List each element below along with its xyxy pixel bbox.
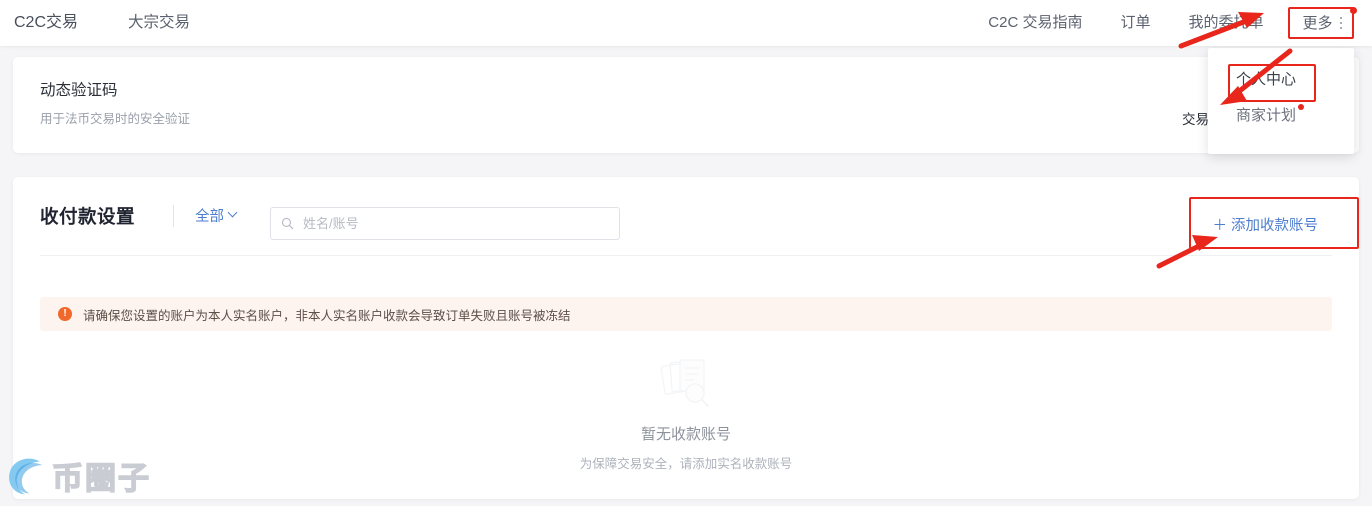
add-account-label: 添加收款账号 [1231, 217, 1318, 234]
nav-item-c2c-trade[interactable]: C2C交易 [0, 0, 94, 46]
empty-documents-search-icon [660, 359, 710, 408]
more-button-label: 更多 [1302, 15, 1333, 32]
nav-item-c2c-guide[interactable]: C2C 交易指南 [969, 0, 1101, 46]
empty-state-title: 暂无收款账号 [640, 426, 731, 443]
primary-nav-right: C2C 交易指南 订单 我的委托单 更多 [969, 0, 1362, 46]
more-badge-dot [1350, 7, 1357, 14]
warning-banner: ! 请确保您设置的账户为本人实名账户，非本人实名账户收款会导致订单失败且账号被冻… [40, 297, 1332, 331]
payment-section-header: 收付款设置 全部 ＋ 添加收款账号 [13, 177, 1359, 255]
card-subtitle: 用于法币交易时的安全验证 [40, 112, 191, 126]
primary-nav-left: C2C交易 大宗交易 [0, 0, 206, 46]
dropdown-item-personal-center[interactable]: 个人中心 [1208, 60, 1354, 96]
more-menu-wrapper: 更多 [1288, 7, 1357, 39]
filter-select-all[interactable]: 全部 [195, 205, 238, 226]
warning-circle-icon: ! [58, 307, 72, 321]
page-title: 收付款设置 [40, 206, 136, 227]
dropdown-item-label: 商家计划 [1236, 106, 1297, 124]
dropdown-item-label: 个人中心 [1236, 70, 1297, 88]
card-action-link[interactable]: 交易 [1182, 108, 1209, 128]
search-icon [281, 217, 294, 230]
search-input[interactable] [301, 215, 609, 232]
dynamic-verification-card: 动态验证码 用于法币交易时的安全验证 交易 [13, 57, 1359, 153]
plus-icon: ＋ [1212, 217, 1228, 234]
nav-item-block-trade[interactable]: 大宗交易 [94, 0, 206, 46]
kebab-vertical-icon [1339, 16, 1342, 30]
watermark-text: 币圈子 [51, 460, 151, 496]
payment-settings-card: 收付款设置 全部 ＋ 添加收款账号 ! 请确保您设置的账户为本人实名账户，非本人… [13, 177, 1359, 499]
nav-item-my-ads[interactable]: 我的委托单 [1169, 0, 1282, 46]
dropdown-item-merchant-plan[interactable]: 商家计划 [1208, 96, 1354, 132]
more-dropdown-panel: 个人中心 商家计划 [1208, 48, 1354, 154]
top-header: C2C交易 大宗交易 C2C 交易指南 订单 我的委托单 更多 [0, 0, 1372, 46]
section-divider-line [40, 255, 1332, 256]
chevron-down-icon [227, 207, 238, 218]
empty-state: 暂无收款账号 为保障交易安全，请添加实名收款账号 [13, 357, 1359, 472]
swirl-c-logo-icon [9, 458, 43, 495]
card-title: 动态验证码 [40, 82, 118, 99]
nav-item-orders[interactable]: 订单 [1101, 0, 1169, 46]
watermark: 币圈子 [4, 452, 151, 499]
merchant-plan-badge-dot [1298, 104, 1305, 110]
filter-select-label: 全部 [195, 209, 224, 225]
search-box[interactable] [270, 207, 620, 240]
warning-text: 请确保您设置的账户为本人实名账户，非本人实名账户收款会导致订单失败且账号被冻结 [83, 308, 571, 323]
add-account-button[interactable]: ＋ 添加收款账号 [1199, 207, 1333, 241]
empty-state-subtitle: 为保障交易安全，请添加实名收款账号 [579, 457, 793, 471]
more-button[interactable]: 更多 [1288, 7, 1354, 39]
header-divider [173, 205, 174, 227]
